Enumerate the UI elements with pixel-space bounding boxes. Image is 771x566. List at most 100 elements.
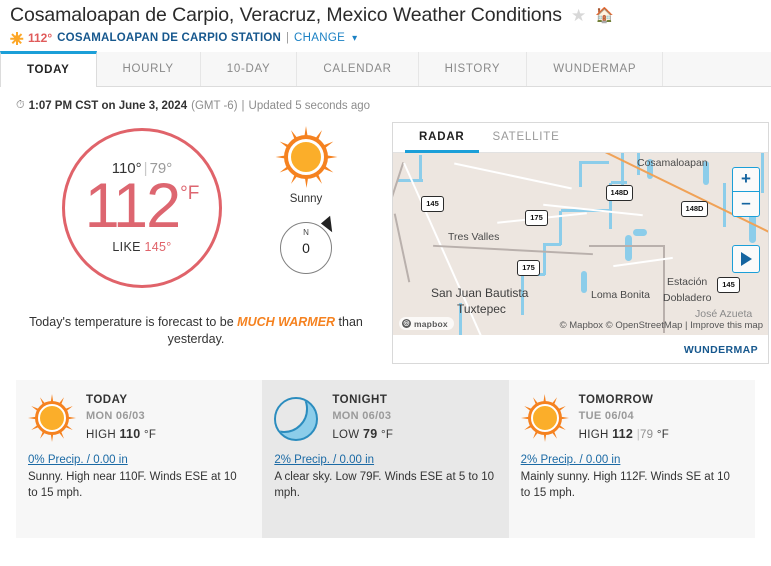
tab-satellite[interactable]: SATELLITE	[479, 123, 574, 152]
temperature-dial: 110° | 79° 112 °F LIKE 145°	[62, 128, 222, 288]
main-tab-bar: TODAY HOURLY 10-DAY CALENDAR HISTORY WUN…	[0, 51, 771, 87]
card-description: A clear sky. Low 79F. Winds ESE at 5 to …	[274, 471, 494, 499]
card-precip-link[interactable]: 0% Precip. / 0.00 in	[28, 454, 248, 466]
highway-shield: 145	[421, 196, 444, 212]
zoom-in-button[interactable]: +	[733, 168, 759, 192]
river-lake	[633, 229, 647, 236]
card-description: Mainly sunny. High 112F. Winds SE at 10 …	[520, 471, 730, 499]
forecast-sentence-prefix: Today's temperature is forecast to be	[29, 315, 238, 329]
map-zoom-controls: + –	[732, 167, 760, 217]
map-place-label: San Juan Bautista	[431, 286, 529, 300]
card-precip-link[interactable]: 2% Precip. / 0.00 in	[521, 454, 741, 466]
temperature-unit: °F	[180, 182, 200, 204]
map-canvas[interactable]: Cosamaloapan Tres Valles San Juan Bautis…	[393, 153, 768, 335]
highway-shield: 175	[517, 260, 540, 276]
tab-wundermap[interactable]: WUNDERMAP	[527, 52, 664, 86]
river-lake	[749, 213, 756, 243]
road-line	[589, 245, 665, 247]
tab-history[interactable]: HISTORY	[418, 52, 528, 86]
title-row: Cosamaloapan de Carpio, Veracruz, Mexico…	[10, 3, 771, 27]
forecast-card-tomorrow: TOMORROW TUE 06/04 HIGH 112 |79 °F 2% Pr…	[509, 380, 755, 538]
highway-shield: 175	[525, 210, 548, 226]
card-date: MON 06/03	[332, 410, 392, 422]
card-date: MON 06/03	[86, 410, 145, 422]
river-lake	[581, 271, 587, 293]
card-temperature: HIGH 110 °F	[86, 427, 156, 441]
mapbox-mark-icon: ◎	[402, 319, 411, 328]
card-precip-link[interactable]: 2% Precip. / 0.00 in	[274, 454, 494, 466]
play-icon	[740, 252, 752, 266]
card-when-label: TOMORROW	[578, 394, 654, 406]
card-temp-label: LOW	[332, 429, 360, 441]
radar-map-panel: RADAR SATELLITE Cosamaloapan Tres Valles…	[392, 122, 769, 364]
mapbox-logo[interactable]: ◎ mapbox	[399, 317, 454, 330]
map-place-label: Dobladero	[663, 292, 712, 304]
card-temp-value: 79	[362, 427, 378, 441]
forecast-sentence-emphasis: MUCH WARMER	[237, 315, 336, 329]
sun-icon	[521, 394, 569, 442]
card-temp-value: 110	[119, 427, 141, 441]
radar-play-button[interactable]	[732, 245, 760, 273]
page-title: Cosamaloapan de Carpio, Veracruz, Mexico…	[10, 4, 562, 26]
sun-icon	[10, 31, 24, 45]
road-line	[433, 244, 593, 255]
tab-10-day[interactable]: 10-DAY	[200, 52, 298, 86]
card-meta: TOMORROW TUE 06/04 HIGH 112 |79 °F	[579, 392, 669, 441]
card-meta: TODAY MON 06/03 HIGH 110 °F	[86, 392, 156, 441]
station-name[interactable]: COSAMALOAPAN DE CARPIO STATION	[57, 32, 281, 44]
chevron-down-icon[interactable]: ▾	[352, 33, 357, 44]
card-header: TODAY MON 06/03 HIGH 110 °F	[28, 392, 248, 442]
card-temp-label: HIGH	[578, 429, 609, 441]
river-shape	[611, 181, 627, 184]
river-shape	[581, 161, 609, 164]
observation-divider: |	[241, 99, 245, 112]
observation-time: 1:07 PM CST on June 3, 2024	[28, 99, 188, 112]
observation-updated: Updated 5 seconds ago	[248, 99, 371, 112]
highway-shield: 148D	[681, 201, 708, 217]
map-place-label: Loma Bonita	[591, 289, 650, 301]
observation-timestamp: ⏱ 1:07 PM CST on June 3, 2024 (GMT -6) |…	[16, 99, 771, 112]
card-description: Sunny. High near 110F. Winds ESE at 10 t…	[28, 471, 237, 499]
feels-like-row: LIKE 145°	[112, 240, 171, 254]
mapbox-wordmark: mapbox	[414, 318, 448, 329]
card-temp-unit: °F	[144, 429, 157, 441]
card-date: TUE 06/04	[578, 410, 634, 422]
zoom-out-button[interactable]: –	[733, 192, 759, 216]
forecast-card-tonight: TONIGHT MON 06/03 LOW 79 °F 2% Precip. /…	[262, 380, 509, 538]
forecast-card-today: TODAY MON 06/03 HIGH 110 °F 0% Precip. /…	[16, 380, 262, 538]
map-place-label: Cosamaloapan	[637, 157, 708, 169]
river-shape	[419, 155, 422, 181]
card-header: TOMORROW TUE 06/04 HIGH 112 |79 °F	[521, 392, 741, 442]
home-icon[interactable]: 🏠	[595, 7, 614, 24]
road-line	[393, 162, 405, 220]
card-temp-unit: °F	[380, 429, 394, 441]
sun-icon	[28, 394, 76, 442]
feels-like-label: LIKE	[112, 240, 141, 255]
change-location-link[interactable]: CHANGE	[294, 32, 345, 44]
map-place-label: Estación	[667, 276, 708, 288]
station-row: 112° COSAMALOAPAN DE CARPIO STATION | CH…	[10, 31, 771, 45]
wind-compass: N 0	[280, 215, 340, 274]
main-body: 110° | 79° 112 °F LIKE 145° Sunny N 0 To…	[0, 112, 771, 364]
condition-column: Sunny N 0	[258, 126, 354, 274]
conditions-row: 110° | 79° 112 °F LIKE 145° Sunny N 0	[0, 122, 392, 288]
star-icon[interactable]: ★	[571, 7, 586, 24]
river-shape	[723, 183, 726, 227]
card-when-label: TODAY	[86, 394, 128, 406]
tab-hourly[interactable]: HOURLY	[96, 52, 201, 86]
observation-gmt: (GMT -6)	[191, 99, 238, 112]
tab-radar[interactable]: RADAR	[405, 123, 479, 153]
wundermap-link[interactable]: WUNDERMAP	[684, 344, 758, 356]
wind-speed-value: 0	[302, 240, 310, 256]
map-attribution[interactable]: © Mapbox © OpenStreetMap | Improve this …	[560, 320, 763, 331]
map-tab-bar: RADAR SATELLITE	[393, 123, 768, 153]
tab-today[interactable]: TODAY	[0, 51, 97, 87]
tab-calendar[interactable]: CALENDAR	[297, 52, 419, 86]
card-when-label: TONIGHT	[332, 394, 388, 406]
forecast-card-strip: TODAY MON 06/03 HIGH 110 °F 0% Precip. /…	[16, 380, 755, 538]
compass-north-label: N	[303, 228, 309, 237]
wundermap-link-row[interactable]: WUNDERMAP	[393, 335, 768, 363]
current-conditions-panel: 110° | 79° 112 °F LIKE 145° Sunny N 0 To…	[0, 122, 392, 364]
card-temp-label: HIGH	[86, 429, 116, 441]
tab-bar-filler	[663, 52, 771, 86]
